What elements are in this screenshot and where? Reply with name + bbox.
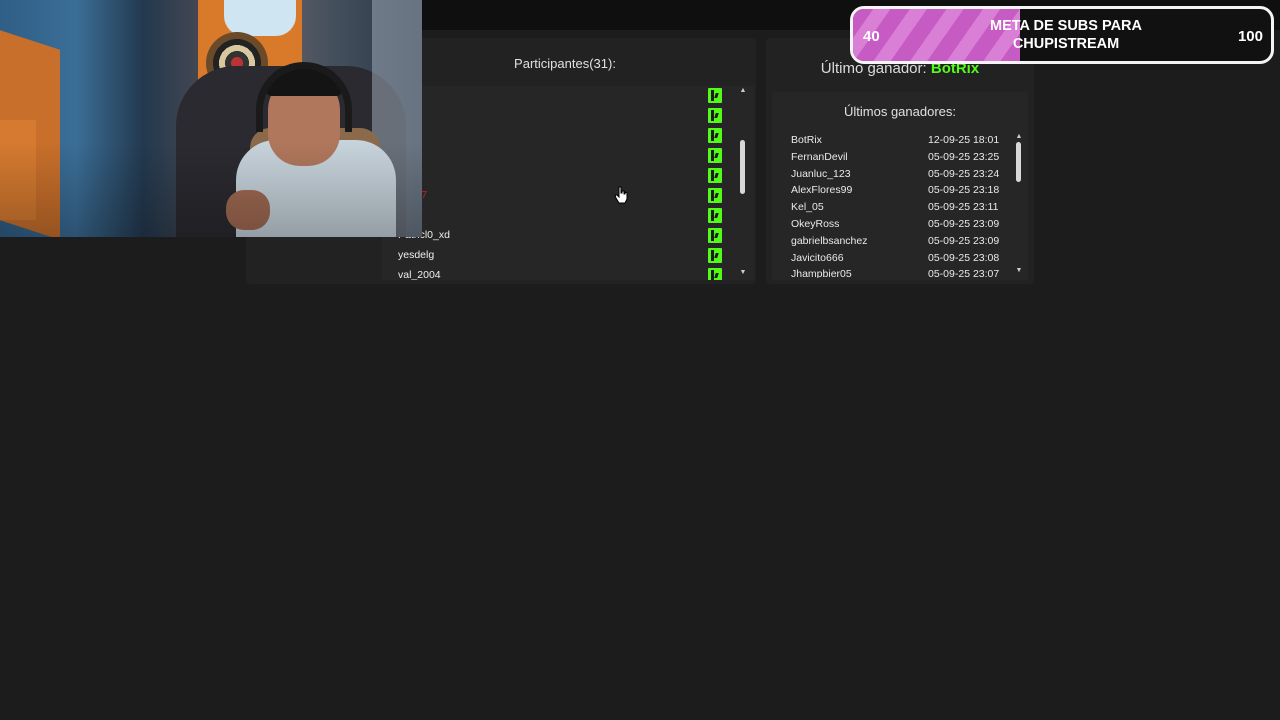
winner-row: gabrielbsanchez 05-09-25 23:09 xyxy=(782,233,1018,250)
winner-row: FernanDevil 05-09-25 23:25 xyxy=(782,149,1018,166)
sub-goal-current: 40 xyxy=(863,28,880,45)
winner-date: 05-09-25 23:09 xyxy=(928,234,1000,247)
winner-date: 05-09-25 23:18 xyxy=(928,184,1000,197)
winner-name: AlexFlores99 xyxy=(791,184,853,197)
winner-name: BotRix xyxy=(791,134,822,146)
kick-icon xyxy=(708,268,722,280)
sub-goal-title: META DE SUBS PARA CHUPISTREAM xyxy=(990,18,1142,52)
winners-scroll-thumb[interactable] xyxy=(1016,142,1021,182)
winner-date: 05-09-25 23:24 xyxy=(928,167,1000,180)
participant-row[interactable]: val_2004 xyxy=(382,266,754,280)
participant-row[interactable]: yesdelg xyxy=(382,246,754,266)
winner-date: 05-09-25 23:25 xyxy=(928,150,1000,163)
participants-scrollbar[interactable]: ▲ ▼ xyxy=(738,86,748,280)
webcam-shade xyxy=(0,0,422,237)
winner-row: Jhampbier05 05-09-25 23:07 xyxy=(782,266,1018,278)
participant-row[interactable]: 37147 xyxy=(382,186,754,206)
winner-row: Juanluc_123 05-09-25 23:24 xyxy=(782,166,1018,183)
winner-date: 05-09-25 23:09 xyxy=(928,218,1000,230)
winners-list[interactable]: BotRix 12-09-25 18:01 FernanDevil 05-09-25 … xyxy=(782,132,1018,278)
participants-list[interactable]: rFer133s115_JDodes37147macPatricl0_xdyes… xyxy=(382,86,754,280)
winner-row: Javicito666 05-09-25 23:08 xyxy=(782,250,1018,267)
winner-date: 05-09-25 23:08 xyxy=(928,251,1000,264)
winners-title: Últimos ganadores: xyxy=(844,104,956,119)
scroll-down-icon[interactable]: ▼ xyxy=(1014,266,1024,276)
winner-row: AlexFlores99 05-09-25 23:18 xyxy=(782,182,1018,199)
winners-scrollbar[interactable]: ▲ ▼ xyxy=(1014,132,1024,278)
sub-goal-bar: 40 META DE SUBS PARA CHUPISTREAM 100 xyxy=(850,6,1274,64)
participant-row[interactable]: _JD xyxy=(382,146,754,166)
kick-icon xyxy=(708,148,722,163)
participants-scroll-thumb[interactable] xyxy=(740,140,745,194)
participant-row[interactable]: mac xyxy=(382,206,754,226)
kick-icon xyxy=(708,88,722,103)
participant-name: yesdelg xyxy=(398,249,435,261)
scroll-up-icon[interactable]: ▲ xyxy=(738,86,748,96)
kick-icon xyxy=(708,248,722,263)
kick-icon xyxy=(708,208,722,223)
winner-name: Javicito666 xyxy=(791,251,844,264)
winner-date: 12-09-25 18:01 xyxy=(928,134,1000,146)
sub-goal-target: 100 xyxy=(1237,28,1263,45)
winner-date: 05-09-25 23:11 xyxy=(928,201,999,214)
winner-name: FernanDevil xyxy=(791,150,848,163)
participant-row[interactable]: odes xyxy=(382,166,754,186)
participant-name: val_2004 xyxy=(398,269,441,280)
participant-row[interactable]: 133 xyxy=(382,106,754,126)
scroll-down-icon[interactable]: ▼ xyxy=(738,268,748,278)
winner-row: OkeyRoss 05-09-25 23:09 xyxy=(782,216,1018,233)
winner-name: Jhampbier05 xyxy=(791,268,852,278)
hand-cursor-icon xyxy=(614,186,628,204)
winner-name: OkeyRoss xyxy=(791,218,840,230)
participant-row[interactable]: Patricl0_xd xyxy=(382,226,754,246)
scroll-up-icon[interactable]: ▲ xyxy=(1014,132,1024,142)
winner-row: Kel_05 05-09-25 23:11 xyxy=(782,199,1018,216)
winner-name: gabrielbsanchez xyxy=(791,234,868,247)
winner-date: 05-09-25 23:07 xyxy=(928,268,1000,278)
kick-icon xyxy=(708,188,722,203)
winner-name: Kel_05 xyxy=(791,201,824,214)
webcam-overlay xyxy=(0,0,422,237)
kick-icon xyxy=(708,128,722,143)
winner-name: Juanluc_123 xyxy=(791,167,851,180)
participant-row[interactable]: s115 xyxy=(382,126,754,146)
winner-row: BotRix 12-09-25 18:01 xyxy=(782,132,1018,149)
participant-row[interactable]: rFer xyxy=(382,86,754,106)
kick-icon xyxy=(708,228,722,243)
kick-icon xyxy=(708,168,722,183)
kick-icon xyxy=(708,108,722,123)
